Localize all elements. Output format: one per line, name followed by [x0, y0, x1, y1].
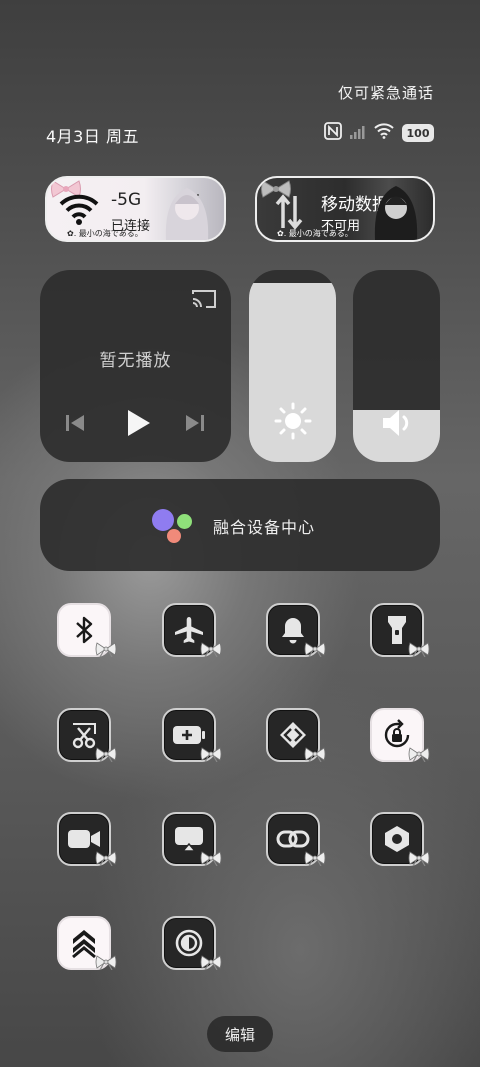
- status-icons: 100: [324, 122, 434, 144]
- bow-decoration-icon: [200, 850, 222, 870]
- battery-indicator: 100: [402, 124, 434, 142]
- character-sticker-icon: [365, 178, 427, 240]
- wifi-icon: [59, 192, 99, 230]
- link-icon: [276, 826, 310, 852]
- signal-icon: [350, 124, 366, 143]
- play-icon[interactable]: [124, 408, 152, 442]
- bow-decoration-icon: [200, 954, 222, 974]
- bow-decoration-icon: [200, 746, 222, 766]
- toggle-rotation-lock[interactable]: [370, 708, 430, 763]
- screen-cast-icon: [173, 825, 205, 853]
- previous-track-icon[interactable]: [64, 412, 86, 438]
- toggle-screen-cast[interactable]: [162, 812, 222, 867]
- bow-decoration-icon: [95, 954, 117, 974]
- now-playing-title: 暂无播放: [99, 351, 172, 371]
- device-center-logo-icon: [177, 514, 192, 529]
- next-track-icon[interactable]: [184, 412, 206, 438]
- character-sticker-icon: [156, 178, 218, 240]
- bell-icon: [279, 615, 307, 645]
- toggle-airplane[interactable]: [162, 603, 222, 658]
- device-center-logo-icon: [167, 529, 181, 543]
- bow-decoration-icon: [304, 641, 326, 661]
- mobile-data-tile[interactable]: 移动数据 不可用 ✿. 最小の海である。: [255, 176, 435, 242]
- bluetooth-icon: [71, 615, 97, 645]
- toggle-flashlight[interactable]: [370, 603, 430, 658]
- nfc-icon: [324, 122, 342, 144]
- toggle-video[interactable]: [57, 812, 117, 867]
- media-player-tile[interactable]: 暂无播放: [40, 270, 231, 462]
- brightness-icon: [249, 402, 336, 440]
- toggle-settings-hex[interactable]: [370, 812, 430, 867]
- bow-decoration-icon: [408, 746, 430, 766]
- edit-button[interactable]: 编辑: [207, 1016, 273, 1052]
- toggle-code[interactable]: [266, 708, 326, 763]
- emergency-calls-only-text: 仅可紧急通话: [337, 84, 434, 102]
- bow-decoration-icon: [95, 641, 117, 661]
- video-icon: [67, 827, 101, 851]
- date-label: 4月3日 周五: [46, 127, 139, 146]
- toggle-chevrons-up[interactable]: [57, 916, 117, 971]
- wifi-network-name: -5G: [111, 190, 142, 210]
- bow-decoration-icon: [304, 850, 326, 870]
- brightness-slider[interactable]: [249, 270, 336, 462]
- volume-slider[interactable]: [353, 270, 440, 462]
- toggle-link[interactable]: [266, 812, 326, 867]
- device-center-tile[interactable]: 融合设备中心: [40, 479, 440, 571]
- device-center-logo-icon: [152, 509, 174, 531]
- mobile-data-footer: ✿. 最小の海である。: [277, 229, 353, 238]
- toggle-battery-saver[interactable]: [162, 708, 222, 763]
- toggle-dark-mode[interactable]: [162, 916, 222, 971]
- bow-decoration-icon: [200, 641, 222, 661]
- battery-saver-icon: [172, 724, 206, 746]
- wifi-tile-footer: ✿. 最小の海である。: [67, 229, 143, 238]
- chevrons-up-icon: [70, 927, 98, 959]
- flashlight-icon: [386, 614, 408, 646]
- bow-decoration-icon: [95, 746, 117, 766]
- bow-decoration-icon: [95, 850, 117, 870]
- bow-decoration-icon: [408, 641, 430, 661]
- toggle-bluetooth[interactable]: [57, 603, 117, 658]
- wifi-tile[interactable]: -5G Mi 已连接 ✿. 最小の海である。: [45, 176, 226, 242]
- cast-icon[interactable]: [191, 288, 217, 314]
- bow-decoration-icon: [408, 850, 430, 870]
- toggle-screenshot[interactable]: [57, 708, 117, 763]
- wifi-status-icon: [374, 123, 394, 143]
- bow-decoration-icon: [304, 746, 326, 766]
- device-center-label: 融合设备中心: [213, 518, 316, 537]
- toggle-bell[interactable]: [266, 603, 326, 658]
- volume-icon: [353, 406, 440, 440]
